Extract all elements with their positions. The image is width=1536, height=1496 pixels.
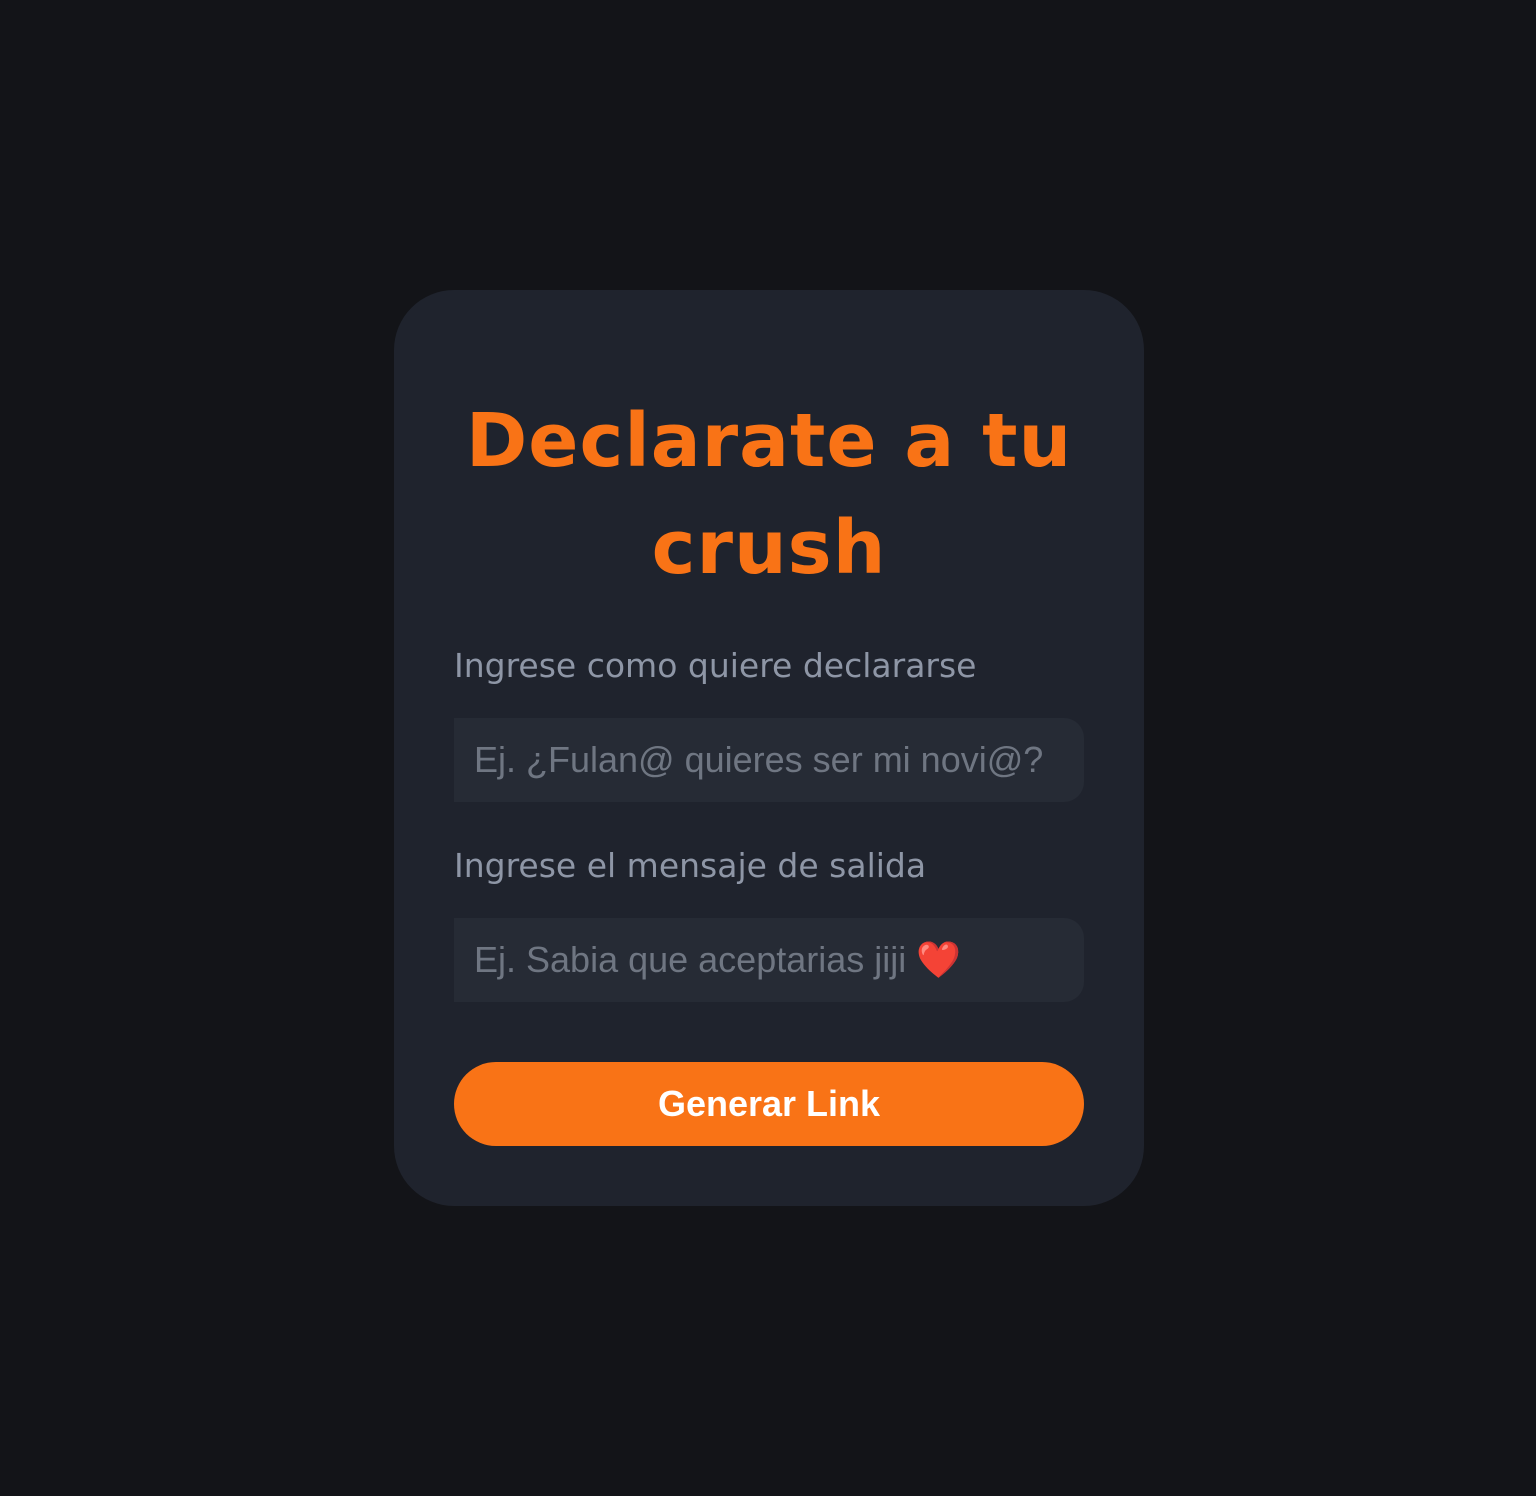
page-title: Declarate a tu crush bbox=[465, 398, 1073, 591]
declaration-input[interactable] bbox=[454, 718, 1084, 802]
exit-message-label: Ingrese el mensaje de salida bbox=[454, 846, 927, 885]
generate-link-button[interactable]: Generar Link bbox=[454, 1062, 1084, 1146]
exit-message-input[interactable] bbox=[454, 918, 1084, 1002]
declaration-label: Ingrese como quiere declararse bbox=[454, 646, 977, 685]
declaration-card: Declarate a tu crush Ingrese como quiere… bbox=[394, 290, 1144, 1206]
